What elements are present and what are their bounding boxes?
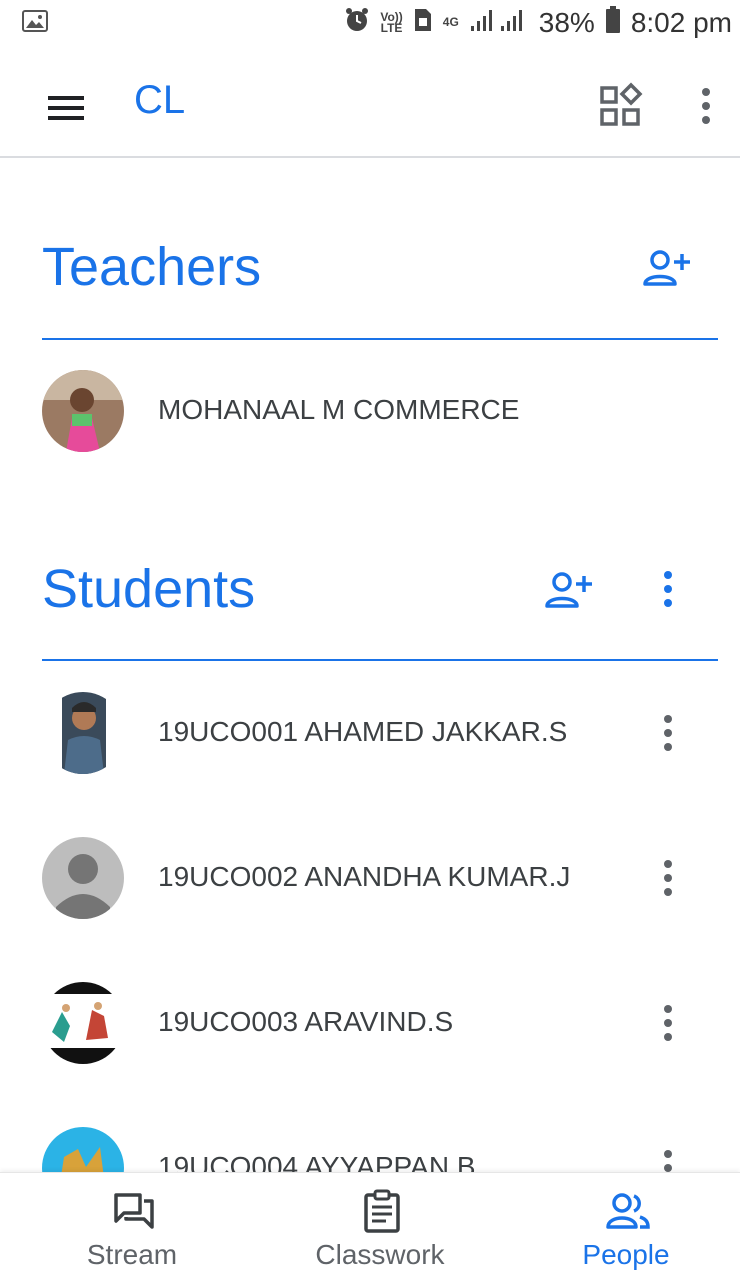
person-add-icon — [643, 250, 690, 286]
teacher-name: MOHANAAL M COMMERCE — [158, 394, 520, 425]
more-vert-icon — [664, 1005, 672, 1041]
student-name: 19UCO002 ANANDHA KUMAR.J — [158, 861, 571, 892]
invite-teacher-button[interactable] — [640, 244, 694, 292]
people-icon — [606, 1189, 650, 1233]
nav-stream-label: Stream — [86, 1239, 178, 1270]
network-type: 4G — [442, 15, 459, 29]
sim-icon — [413, 7, 433, 38]
nav-classwork-label: Classwork — [315, 1239, 445, 1270]
teacher-avatar — [42, 370, 124, 452]
status-icons: Vo)) LTE 4G 38% 8:02 pm — [344, 6, 732, 39]
teacher-row[interactable]: MOHANAAL M COMMERCE — [0, 360, 740, 460]
default-avatar-icon — [42, 837, 124, 919]
volte-bottom-text: LTE — [380, 20, 403, 35]
students-divider — [42, 659, 718, 661]
student-more-button[interactable] — [652, 708, 684, 758]
alarm-icon — [344, 7, 370, 38]
more-vert-icon[interactable] — [690, 82, 722, 130]
invite-student-button[interactable] — [542, 566, 596, 614]
student-row[interactable]: 19UCO002 ANANDHA KUMAR.J — [0, 827, 740, 927]
class-title: CL — [134, 78, 186, 122]
student-avatar — [42, 692, 124, 774]
app-bar: CL — [0, 58, 740, 158]
students-heading: Students — [42, 559, 256, 619]
nav-people-label: People — [582, 1239, 670, 1270]
person-add-icon — [545, 572, 592, 608]
more-vert-icon — [664, 860, 672, 896]
student-more-button[interactable] — [652, 853, 684, 903]
nav-stream[interactable]: Stream — [32, 1173, 232, 1278]
teachers-heading: Teachers — [42, 237, 262, 297]
apps-icon[interactable] — [596, 82, 644, 130]
student-row[interactable]: 19UCO003 ARAVIND.S — [0, 972, 740, 1072]
students-more-button[interactable] — [652, 564, 684, 614]
signal-icon — [469, 8, 529, 37]
more-vert-icon — [664, 715, 672, 751]
clock: 8:02 pm — [630, 6, 732, 38]
gallery-notification-icon — [22, 10, 48, 37]
classwork-icon — [360, 1189, 404, 1233]
teachers-divider — [42, 338, 718, 340]
status-bar: Vo)) LTE 4G 38% 8:02 pm — [0, 0, 740, 46]
battery-percent: 38% — [538, 6, 595, 38]
student-name: 19UCO001 AHAMED JAKKAR.S — [158, 716, 568, 747]
more-vert-icon — [664, 571, 672, 607]
student-name: 19UCO003 ARAVIND.S — [158, 1006, 454, 1037]
nav-people[interactable]: People — [526, 1173, 726, 1278]
nav-classwork[interactable]: Classwork — [280, 1173, 480, 1278]
menu-icon[interactable] — [44, 86, 88, 130]
bottom-navigation: Stream Classwork People — [0, 1172, 740, 1278]
student-row[interactable]: 19UCO001 AHAMED JAKKAR.S — [0, 682, 740, 782]
battery-icon — [605, 6, 621, 39]
student-avatar — [42, 982, 124, 1064]
student-more-button[interactable] — [652, 998, 684, 1048]
volte-indicator: Vo)) LTE — [380, 11, 403, 35]
stream-icon — [112, 1189, 156, 1233]
